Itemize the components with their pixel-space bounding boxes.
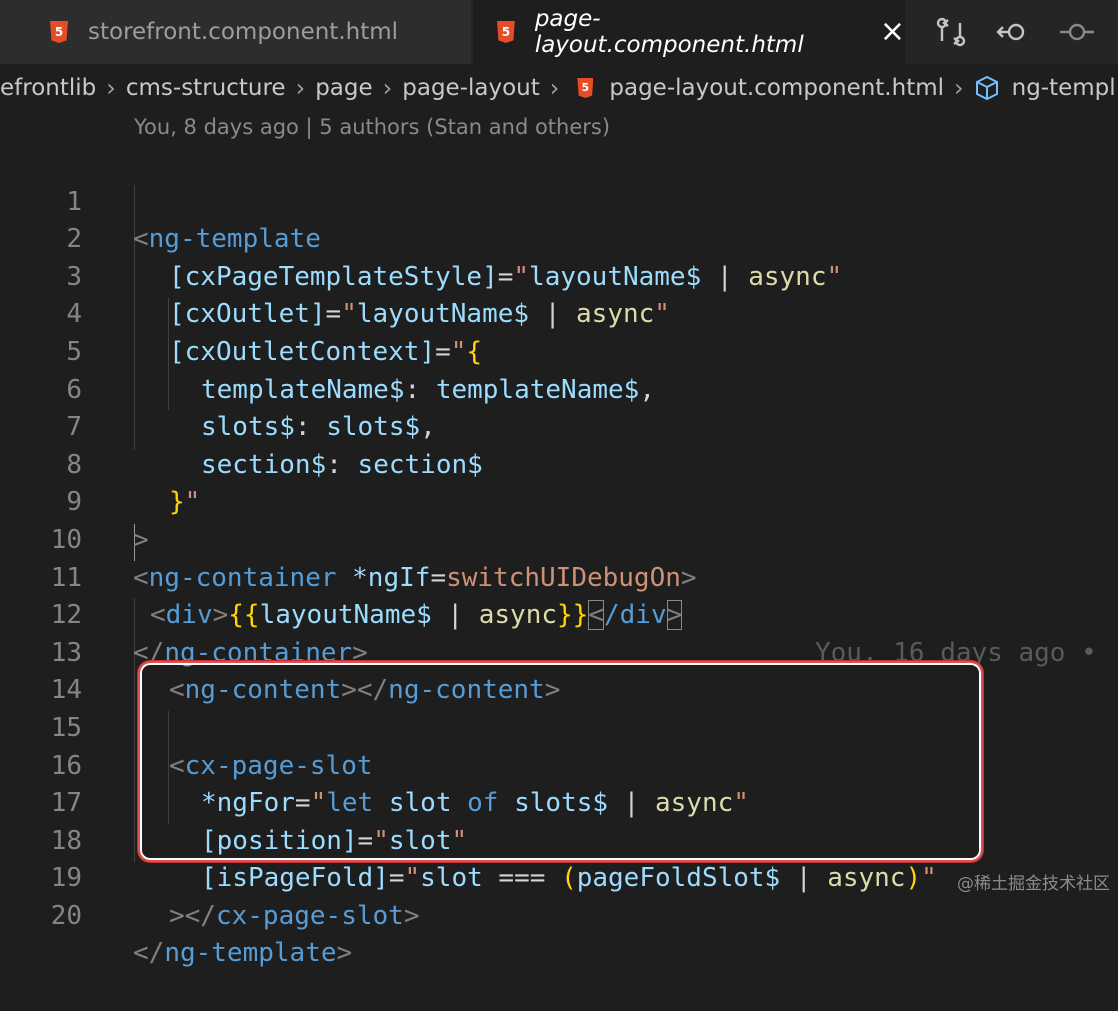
breadcrumb-item[interactable]: efrontlib [0,75,96,101]
code-token: </ [133,938,165,969]
tab-bar: 5 storefront.component.html 5 page-layou… [0,0,1118,64]
tab-page-layout-component[interactable]: 5 page-layout.component.html × [473,0,905,64]
breadcrumb-item[interactable]: page-layout.component.html [609,75,944,101]
breadcrumb: efrontlib › cms-structure › page › page-… [0,64,1118,112]
code-line: 13 <ng-content></ng-content> [0,597,1118,706]
code-line: 6 slots$: slots$, [0,334,1118,443]
line-number: 20 [50,900,82,931]
code-line: 1 <ng-template [0,146,1118,255]
tab-label: page-layout.component.html [534,6,804,58]
go-back-icon[interactable] [996,16,1030,48]
breadcrumb-item[interactable]: cms-structure [126,75,286,101]
code-line: 4 [cxOutletContext]="{ [0,259,1118,367]
compare-changes-icon[interactable] [934,16,968,48]
html5-icon: 5 [50,21,68,43]
code-token: > [336,938,353,969]
code-token: cx-page-slot [215,900,404,931]
git-blame-codelens[interactable]: You, 8 days ago | 5 authors (Stan and ot… [134,115,610,139]
chevron-right-icon: › [106,74,116,102]
tab-label: storefront.component.html [88,19,399,45]
breadcrumb-item[interactable]: page [315,75,372,101]
git-commit-icon[interactable] [1060,16,1094,48]
code-line: 5 templateName$: templateName$, [0,296,1118,405]
code-line: 12 </ng-container> [0,560,1118,668]
code-line: 20 </ng-template> [0,860,1118,969]
html5-icon: 5 [497,21,515,43]
tab-storefront-component[interactable]: 5 storefront.component.html [0,0,472,64]
code-token: ></ [169,900,216,931]
code-line: 3 [cxOutlet]="layoutName$ | async" [0,221,1118,330]
symbol-cube-icon [975,75,998,101]
code-line: 8 }" [0,409,1118,518]
chevron-right-icon: › [549,74,560,102]
chevron-right-icon: › [295,74,306,102]
code-token: ng-template [164,938,337,969]
watermark: @稀土掘金技术社区 [957,874,1110,894]
code-line: 9 > [0,447,1118,555]
html5-icon: 5 [577,78,594,98]
chevron-right-icon: › [382,74,393,102]
annotation-highlight-box [138,661,983,862]
code-line: 2 [cxPageTemplateStyle]="layoutName$ | a… [0,184,1118,292]
code-line: 7 section$: section$ [0,372,1118,480]
breadcrumb-item[interactable]: page-layout [402,75,540,101]
code-token: > [403,900,420,931]
chevron-right-icon: › [954,74,964,102]
close-icon[interactable]: × [880,17,905,47]
breadcrumb-item[interactable]: ng-templ [1012,75,1116,101]
code-line: 10 <ng-container *ngIf=switchUIDebugOn> [0,484,1118,593]
code-line: 11 <div>{{layoutName$ | async}}</div> Yo… [0,522,1118,668]
